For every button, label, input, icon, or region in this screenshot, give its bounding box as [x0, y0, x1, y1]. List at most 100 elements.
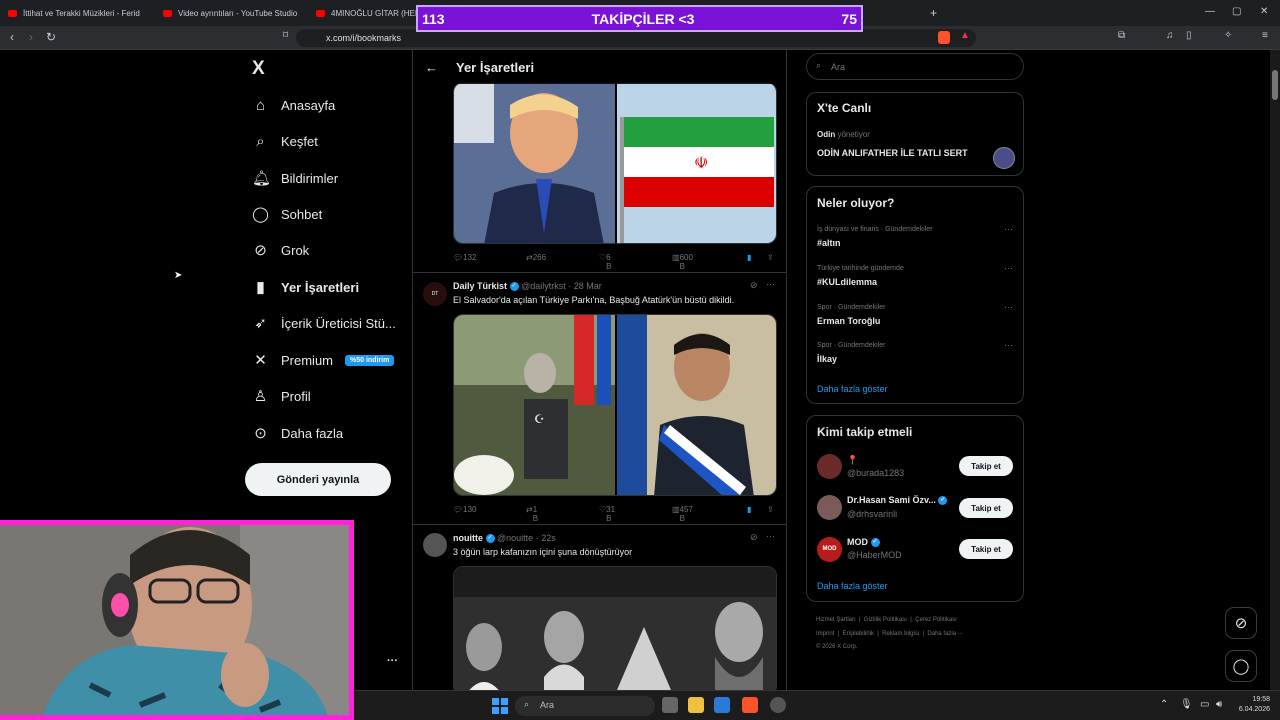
sidebar-item-explore[interactable]: ⌕ Keşfet	[252, 129, 318, 153]
music-icon[interactable]: ♫	[1166, 30, 1174, 41]
back-icon[interactable]: ‹	[10, 30, 14, 44]
avatar[interactable]	[817, 454, 842, 479]
leo-ai-icon[interactable]: ✧	[1224, 30, 1232, 41]
store-icon[interactable]	[714, 697, 730, 713]
sidebar-item-grok[interactable]: ⊘ Grok	[252, 238, 309, 262]
file-explorer-icon[interactable]	[688, 697, 704, 713]
scrollbar-thumb[interactable]	[1272, 70, 1278, 100]
grok-fab-icon[interactable]: ⊘	[1225, 607, 1257, 639]
like-button[interactable]: ♡ 6 B	[599, 253, 612, 271]
who-name[interactable]: MOD ✓	[847, 537, 880, 548]
back-arrow-icon[interactable]: ←	[425, 60, 438, 75]
footer-link[interactable]: Gizlilik Politikası	[864, 617, 907, 623]
microphone-icon[interactable]: 🎙︎	[1180, 699, 1193, 710]
maximize-icon[interactable]: ▢	[1232, 6, 1241, 17]
who-name[interactable]: Dr.Hasan Sami Özv... ✓	[847, 495, 948, 506]
live-avatar[interactable]	[993, 147, 1015, 169]
reload-icon[interactable]: ↻	[46, 30, 56, 44]
sidebar-item-more[interactable]: ⊙ Daha fazla	[252, 421, 343, 445]
browser-tab-3[interactable]: 4MINOĞLU GİTAR (HER A	[316, 4, 416, 22]
footer-link[interactable]: Daha fazla ···	[927, 631, 963, 637]
extensions-icon[interactable]: ⧉	[1118, 30, 1125, 41]
post-2-handle[interactable]: @dailytrkst	[521, 281, 566, 291]
trend-item[interactable]: Erman Toroğlu	[817, 316, 880, 326]
who-show-more[interactable]: Daha fazla göster	[817, 581, 888, 591]
footer-link[interactable]: Imprint	[816, 631, 834, 637]
like-button[interactable]: ♡ 31 B	[599, 505, 615, 523]
post-2-media[interactable]: ☪	[453, 314, 777, 496]
messages-fab-icon[interactable]: ◯	[1225, 650, 1257, 682]
trend-item[interactable]: #KULdilemma	[817, 277, 877, 287]
who-name[interactable]: 📍	[847, 455, 858, 466]
post-3-media[interactable]	[453, 566, 777, 690]
live-host[interactable]: Odin	[817, 130, 835, 139]
follow-button[interactable]: Takip et	[959, 456, 1013, 476]
share-icon[interactable]: ⇪	[767, 505, 774, 514]
sidebar-item-notifications[interactable]: 🔔︎ Bildirimler	[252, 166, 338, 190]
follow-button[interactable]: Takip et	[959, 539, 1013, 559]
sidebar-item-bookmarks[interactable]: ▮ Yer İşaretleri	[252, 275, 359, 299]
trends-show-more[interactable]: Daha fazla göster	[817, 384, 888, 394]
footer-link[interactable]: Reklam bilgisi	[882, 631, 919, 637]
post-2-author[interactable]: Daily Türkist	[453, 281, 507, 291]
grok-explain-icon[interactable]: ⊘	[750, 280, 758, 291]
volume-icon[interactable]: 🔊︎	[1216, 699, 1222, 710]
browser-tab-1[interactable]: İttihat ve Terakki Müzikleri - Ferid	[8, 4, 148, 22]
trend-menu-icon[interactable]: ···	[1004, 340, 1013, 350]
network-icon[interactable]: ▭	[1200, 699, 1209, 710]
minimize-icon[interactable]: —	[1205, 6, 1215, 17]
trend-item[interactable]: #altın	[817, 238, 841, 248]
trend-item[interactable]: İlkay	[817, 354, 837, 364]
close-icon[interactable]: ✕	[1260, 6, 1268, 17]
sidebar-item-home[interactable]: ⌂ Anasayfa	[252, 93, 335, 117]
post-3-author[interactable]: nouitte	[453, 533, 483, 543]
live-stream-title[interactable]: ODİN ANLIFATHER İLE TATLI SERT	[817, 148, 968, 158]
taskbar-search[interactable]: ⌕ Ara	[515, 696, 655, 716]
account-menu-dots[interactable]: ···	[387, 655, 398, 667]
footer-link[interactable]: Çerez Politikası	[915, 617, 957, 623]
page-scrollbar[interactable]	[1270, 50, 1280, 690]
trend-menu-icon[interactable]: ···	[1004, 224, 1013, 234]
footer-link[interactable]: Hizmet Şartları	[816, 617, 856, 623]
forward-icon[interactable]: ›	[29, 30, 33, 44]
avatar-daily-turkist[interactable]: DT	[423, 282, 447, 306]
reply-button[interactable]: 💬︎ 130	[453, 505, 477, 514]
sidebar-item-premium[interactable]: ✕ Premium %50 indirim	[252, 348, 395, 372]
brave-browser-icon[interactable]	[742, 697, 758, 713]
trend-menu-icon[interactable]: ···	[1004, 302, 1013, 312]
menu-icon[interactable]: ≡	[1262, 30, 1268, 41]
bookmark-active-icon[interactable]: ▮	[747, 505, 751, 514]
repost-button[interactable]: ⇄ 1 B	[526, 505, 538, 523]
reply-button[interactable]: 💬︎ 132	[453, 253, 477, 262]
bookmark-page-icon[interactable]: ⌑	[283, 30, 288, 41]
browser-tab-2[interactable]: Video ayrıntıları - YouTube Studio	[163, 4, 303, 22]
views-button[interactable]: ▥ 457 B	[672, 505, 693, 523]
post-3-handle[interactable]: @nouitte	[497, 533, 533, 543]
sidebar-item-chat[interactable]: ◯ Sohbet	[252, 202, 322, 226]
views-button[interactable]: ▥ 600 B	[672, 253, 693, 271]
new-tab-button[interactable]: +	[930, 4, 937, 22]
obs-icon[interactable]	[770, 697, 786, 713]
post-1-media[interactable]: ☫	[453, 82, 777, 244]
follow-button[interactable]: Takip et	[959, 498, 1013, 518]
post-menu-icon[interactable]: ···	[766, 531, 775, 541]
windows-start-icon[interactable]	[492, 698, 508, 714]
taskbar-clock[interactable]: 19:58 6.04.2026	[1239, 695, 1270, 715]
sidebar-item-creator-studio[interactable]: ➶ İçerik Üreticisi Stü...	[252, 311, 396, 335]
trend-menu-icon[interactable]: ···	[1004, 263, 1013, 273]
avatar-mod[interactable]: MOD	[817, 537, 842, 562]
search-input[interactable]: ⌕ Ara	[806, 53, 1024, 80]
sidebar-icon[interactable]: ▯	[1186, 30, 1192, 41]
post-button[interactable]: Gönderi yayınla	[245, 463, 391, 496]
repost-button[interactable]: ⇄ 266	[526, 253, 546, 262]
brave-shield-icon[interactable]	[938, 31, 950, 44]
tray-chevron-icon[interactable]: ⌃	[1160, 699, 1168, 710]
avatar-nouitte[interactable]	[423, 533, 447, 557]
task-view-icon[interactable]	[662, 697, 678, 713]
share-icon[interactable]: ⇪	[767, 253, 774, 262]
sidebar-item-profile[interactable]: ♙ Profil	[252, 384, 311, 408]
bookmark-active-icon[interactable]: ▮	[747, 253, 751, 262]
grok-explain-icon[interactable]: ⊘	[750, 532, 758, 543]
avatar[interactable]	[817, 495, 842, 520]
x-logo[interactable]: X	[252, 58, 265, 80]
